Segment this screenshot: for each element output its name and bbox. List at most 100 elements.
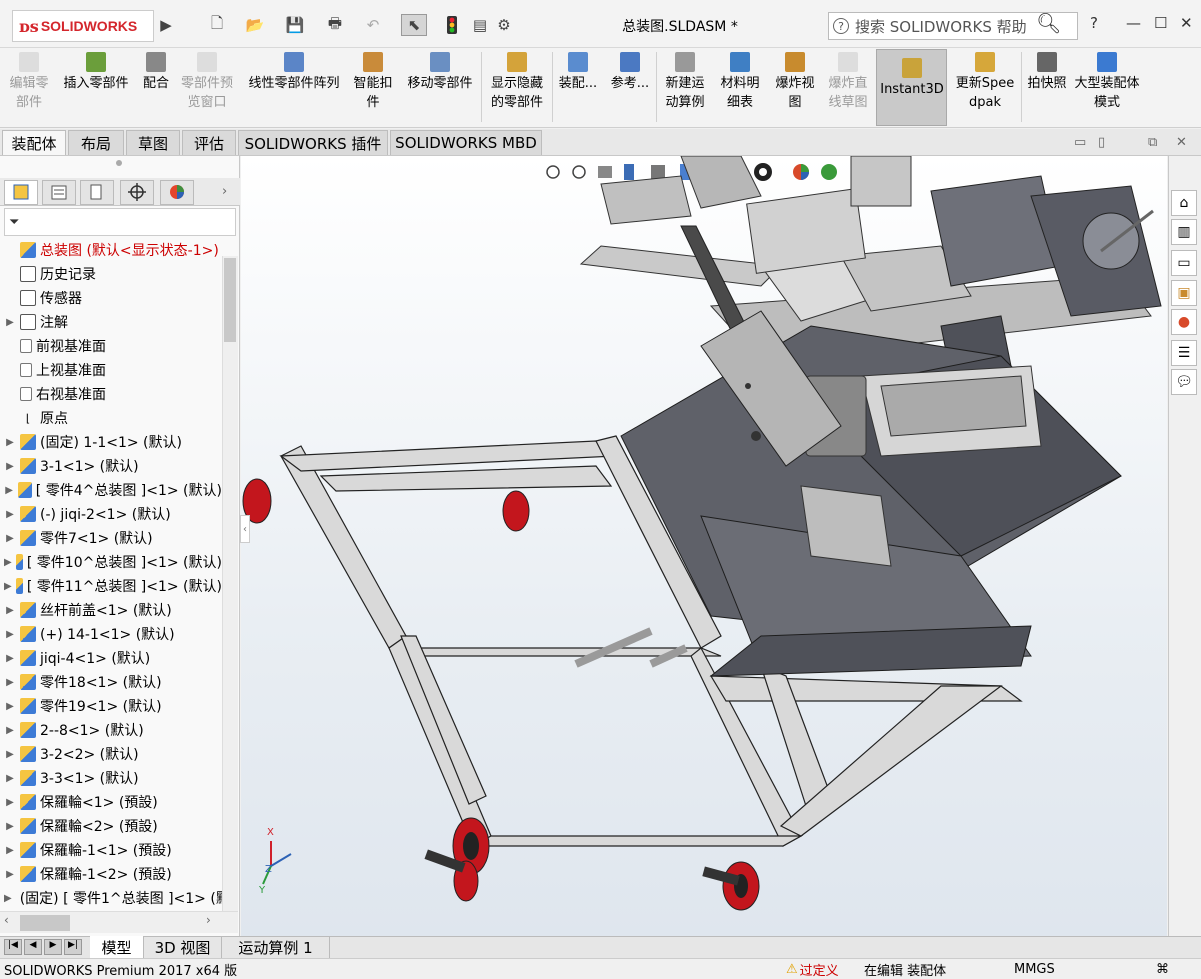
- expand-arrow-icon[interactable]: ▶: [4, 893, 12, 904]
- update-speedpak-button[interactable]: 更新Speedpak: [952, 50, 1018, 112]
- maximize-button[interactable]: ☐: [1154, 14, 1167, 32]
- tree-item[interactable]: ▶ 保羅輪<2> (預設): [0, 814, 222, 838]
- menu-expand-icon[interactable]: ▶: [158, 14, 174, 36]
- expand-arrow-icon[interactable]: ▶: [4, 317, 16, 328]
- tree-scroll-thumb[interactable]: [224, 258, 236, 342]
- panel-collapse-icon[interactable]: ▭: [1074, 135, 1086, 150]
- smart-fasteners-button[interactable]: 智能扣件: [350, 50, 396, 112]
- tree-item[interactable]: ▶ 注解: [0, 310, 222, 334]
- view-palette-icon[interactable]: ▣: [1171, 280, 1197, 306]
- close-button[interactable]: ✕: [1180, 14, 1193, 32]
- tree-item[interactable]: ▶ 3-3<1> (默认): [0, 766, 222, 790]
- tab-motion-study-1[interactable]: 运动算例 1: [222, 936, 330, 958]
- tree-item[interactable]: 前视基准面: [0, 334, 222, 358]
- tab-layout[interactable]: 布局: [68, 130, 124, 155]
- component-preview-button[interactable]: 零部件预览窗口: [176, 50, 238, 112]
- first-tab-icon[interactable]: |◀: [4, 939, 22, 955]
- solidworks-logo[interactable]: ᴅꜱ SOLIDWORKS: [12, 10, 154, 42]
- expand-arrow-icon[interactable]: ▶: [4, 869, 16, 880]
- tab-evaluate[interactable]: 评估: [182, 130, 236, 155]
- tab-addins[interactable]: SOLIDWORKS 插件: [238, 130, 388, 155]
- tab-assembly[interactable]: 装配体: [2, 130, 66, 155]
- take-snapshot-button[interactable]: 拍快照: [1024, 50, 1070, 93]
- tree-filter-box[interactable]: ⏷: [4, 208, 236, 236]
- tab-model[interactable]: 模型: [90, 936, 144, 958]
- panel-grip-icon[interactable]: [116, 160, 122, 166]
- tab-mbd[interactable]: SOLIDWORKS MBD: [390, 130, 542, 155]
- exploded-view-button[interactable]: 爆炸视图: [770, 50, 820, 112]
- help-button[interactable]: ?: [1090, 14, 1098, 32]
- tree-item[interactable]: ▶ [ 零件4^总装图 ]<1> (默认): [0, 478, 222, 502]
- tree-item[interactable]: ▶ 3-1<1> (默认): [0, 454, 222, 478]
- custom-properties-icon[interactable]: ☰: [1171, 340, 1197, 366]
- linear-pattern-button[interactable]: 线性零部件阵列: [242, 50, 346, 93]
- tree-item[interactable]: ▶ 保羅輪-1<1> (預設): [0, 838, 222, 862]
- expand-arrow-icon[interactable]: ▶: [4, 653, 16, 664]
- tab-scroll-arrows[interactable]: |◀ ◀ ▶ ▶|: [4, 939, 84, 955]
- tree-item[interactable]: ▶ 3-2<2> (默认): [0, 742, 222, 766]
- expand-arrow-icon[interactable]: ▶: [4, 701, 16, 712]
- expand-arrow-icon[interactable]: ▶: [4, 437, 16, 448]
- expand-arrow-icon[interactable]: ▶: [4, 725, 16, 736]
- explode-line-sketch-button[interactable]: 爆炸直线草图: [824, 50, 872, 112]
- minimize-button[interactable]: —: [1126, 14, 1141, 32]
- rebuild-status-icon[interactable]: ⌘: [1156, 959, 1169, 979]
- forum-icon[interactable]: 💬︎: [1171, 369, 1197, 395]
- options-gear-icon[interactable]: ⚙: [494, 14, 514, 36]
- config-manager-tab[interactable]: [80, 180, 114, 205]
- bom-button[interactable]: 材料明细表: [716, 50, 764, 112]
- edit-component-button[interactable]: 编辑零部件: [6, 50, 52, 112]
- tree-item[interactable]: ▶ [ 零件10^总装图 ]<1> (默认): [0, 550, 222, 574]
- file-explorer-icon[interactable]: ▭: [1171, 250, 1197, 276]
- scroll-right-icon[interactable]: ›: [206, 913, 211, 927]
- save-icon[interactable]: 💾: [284, 14, 306, 36]
- tab-3d-view[interactable]: 3D 视图: [144, 936, 222, 958]
- file-properties-icon[interactable]: ▤: [470, 14, 490, 36]
- insert-components-button[interactable]: 插入零部件: [58, 50, 134, 93]
- tree-root-assembly[interactable]: 总装图 (默认<显示状态-1>): [0, 238, 222, 262]
- expand-arrow-icon[interactable]: ▶: [4, 629, 16, 640]
- show-hidden-components-button[interactable]: 显示隐藏的零部件: [486, 50, 548, 112]
- restore-doc-icon[interactable]: ▯: [1098, 135, 1105, 150]
- expand-arrow-icon[interactable]: ▶: [4, 773, 16, 784]
- expand-arrow-icon[interactable]: ▶: [4, 749, 16, 760]
- expand-arrow-icon[interactable]: ▶: [4, 581, 12, 592]
- tree-item[interactable]: ▶ (+) 14-1<1> (默认): [0, 622, 222, 646]
- new-document-icon[interactable]: 🗋: [206, 14, 228, 36]
- last-tab-icon[interactable]: ▶|: [64, 939, 82, 955]
- large-assembly-mode-button[interactable]: 大型装配体模式: [1074, 50, 1140, 112]
- home-icon[interactable]: ⌂: [1171, 190, 1197, 216]
- tree-item[interactable]: ▶ (-) jiqi-2<1> (默认): [0, 502, 222, 526]
- tree-item[interactable]: ⌊ 原点: [0, 406, 222, 430]
- tree-item[interactable]: ▶ 保羅輪<1> (預設): [0, 790, 222, 814]
- tree-item[interactable]: ▶ 2--8<1> (默认): [0, 718, 222, 742]
- tree-item[interactable]: ▶ 零件18<1> (默认): [0, 670, 222, 694]
- panel-collapse-handle[interactable]: ‹: [240, 515, 250, 543]
- undo-icon[interactable]: ↶: [362, 14, 384, 36]
- tree-item[interactable]: 传感器: [0, 286, 222, 310]
- tree-vertical-scrollbar[interactable]: [222, 256, 238, 911]
- overdefined-status[interactable]: ⚠ 过定义: [786, 959, 839, 979]
- display-manager-tab[interactable]: [160, 180, 194, 205]
- assembly-features-button[interactable]: 装配...: [556, 50, 600, 93]
- unit-system[interactable]: MMGS: [1014, 959, 1055, 979]
- close-doc-icon[interactable]: ✕: [1176, 135, 1187, 150]
- next-tab-icon[interactable]: ▶: [44, 939, 62, 955]
- tree-item[interactable]: ▶ 零件7<1> (默认): [0, 526, 222, 550]
- tree-item[interactable]: 右视基准面: [0, 382, 222, 406]
- move-component-button[interactable]: 移动零部件: [402, 50, 478, 93]
- expand-arrow-icon[interactable]: ▶: [4, 461, 16, 472]
- appearances-icon[interactable]: ●: [1171, 309, 1197, 335]
- expand-arrow-icon[interactable]: ▶: [4, 485, 14, 496]
- help-search-placeholder[interactable]: 搜索 SOLIDWORKS 帮助: [855, 16, 1027, 37]
- dimxpert-tab[interactable]: [120, 180, 154, 205]
- tile-doc-icon[interactable]: ⧉: [1148, 135, 1157, 150]
- tree-item[interactable]: ▶ [ 零件11^总装图 ]<1> (默认): [0, 574, 222, 598]
- expand-arrow-icon[interactable]: ▶: [4, 821, 16, 832]
- design-library-icon[interactable]: ▥: [1171, 219, 1197, 245]
- reference-geometry-button[interactable]: 参考...: [608, 50, 652, 93]
- search-icon[interactable]: 🔍︎: [1036, 11, 1061, 35]
- expand-arrow-icon[interactable]: ▶: [4, 533, 16, 544]
- feature-manager-tab[interactable]: [4, 180, 38, 205]
- tree-item[interactable]: 上视基准面: [0, 358, 222, 382]
